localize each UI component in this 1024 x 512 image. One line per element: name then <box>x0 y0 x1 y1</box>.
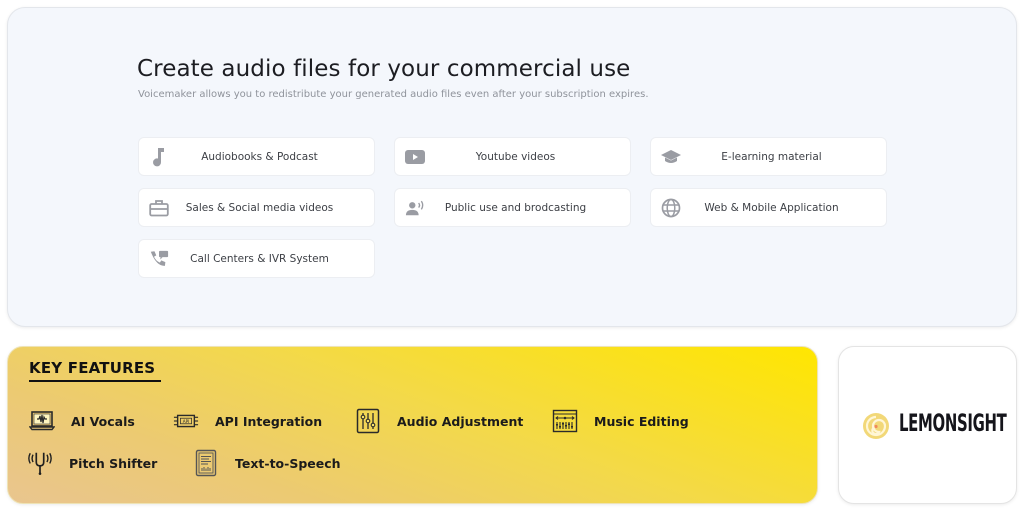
feature-api-integration[interactable]: API API Integration <box>173 408 322 434</box>
feature-text-to-speech[interactable]: Text-to-Speech <box>193 449 341 477</box>
use-case-card-youtube[interactable]: Youtube videos <box>394 137 631 176</box>
brand-name: LEMONSIGHT <box>899 409 1007 437</box>
svg-text:API: API <box>183 419 190 424</box>
brand-logo-card[interactable]: LEMONSIGHT <box>838 346 1017 504</box>
use-case-label: Call Centers & IVR System <box>190 252 329 265</box>
music-editor-icon <box>552 408 578 434</box>
use-case-label: E-learning material <box>721 150 822 163</box>
key-features-title: KEY FEATURES <box>29 359 156 377</box>
section-title: Create audio files for your commercial u… <box>137 56 631 82</box>
use-case-label: Audiobooks & Podcast <box>201 150 318 163</box>
feature-label: Pitch Shifter <box>69 455 158 471</box>
use-case-card-audiobooks[interactable]: Audiobooks & Podcast <box>138 137 375 176</box>
use-case-label: Sales & Social media videos <box>185 201 334 214</box>
music-note-icon <box>149 147 169 167</box>
use-case-label: Youtube videos <box>475 150 556 163</box>
feature-music-editing[interactable]: Music Editing <box>552 408 689 434</box>
feature-pitch-shifter[interactable]: Pitch Shifter <box>27 450 157 476</box>
broadcast-user-icon <box>405 198 425 218</box>
feature-label: Music Editing <box>594 413 689 429</box>
feature-audio-adjustment[interactable]: Audio Adjustment <box>355 408 523 434</box>
feature-ai-vocals[interactable]: AI Vocals <box>29 408 135 434</box>
api-chip-icon: API <box>173 408 199 434</box>
document-audio-icon <box>193 449 219 477</box>
title-underline <box>29 380 161 382</box>
graduation-cap-icon <box>661 147 681 167</box>
briefcase-icon <box>149 198 169 218</box>
use-case-card-elearning[interactable]: E-learning material <box>650 137 887 176</box>
use-case-card-sales-social[interactable]: Sales & Social media videos <box>138 188 375 227</box>
phone-message-icon <box>149 249 169 269</box>
use-case-card-public-broadcasting[interactable]: Public use and brodcasting <box>394 188 631 227</box>
feature-label: AI Vocals <box>71 413 135 429</box>
commercial-use-panel: Create audio files for your commercial u… <box>7 7 1017 327</box>
key-features-panel: KEY FEATURES AI Vocals API API Integrati… <box>7 346 818 504</box>
feature-label: Text-to-Speech <box>235 455 341 471</box>
use-case-label: Public use and brodcasting <box>444 201 587 214</box>
youtube-icon <box>405 147 425 167</box>
feature-label: API Integration <box>215 413 323 429</box>
use-case-card-call-centers[interactable]: Call Centers & IVR System <box>138 239 375 278</box>
feature-label: Audio Adjustment <box>397 413 524 429</box>
sliders-icon <box>355 408 381 434</box>
globe-icon <box>661 198 681 218</box>
section-subtitle: Voicemaker allows you to redistribute yo… <box>138 89 649 100</box>
use-case-card-web-mobile[interactable]: Web & Mobile Application <box>650 188 887 227</box>
spiral-logo-icon <box>861 411 891 441</box>
use-case-label: Web & Mobile Application <box>704 201 839 214</box>
laptop-waveform-icon <box>29 408 55 434</box>
tuning-fork-icon <box>27 450 53 476</box>
